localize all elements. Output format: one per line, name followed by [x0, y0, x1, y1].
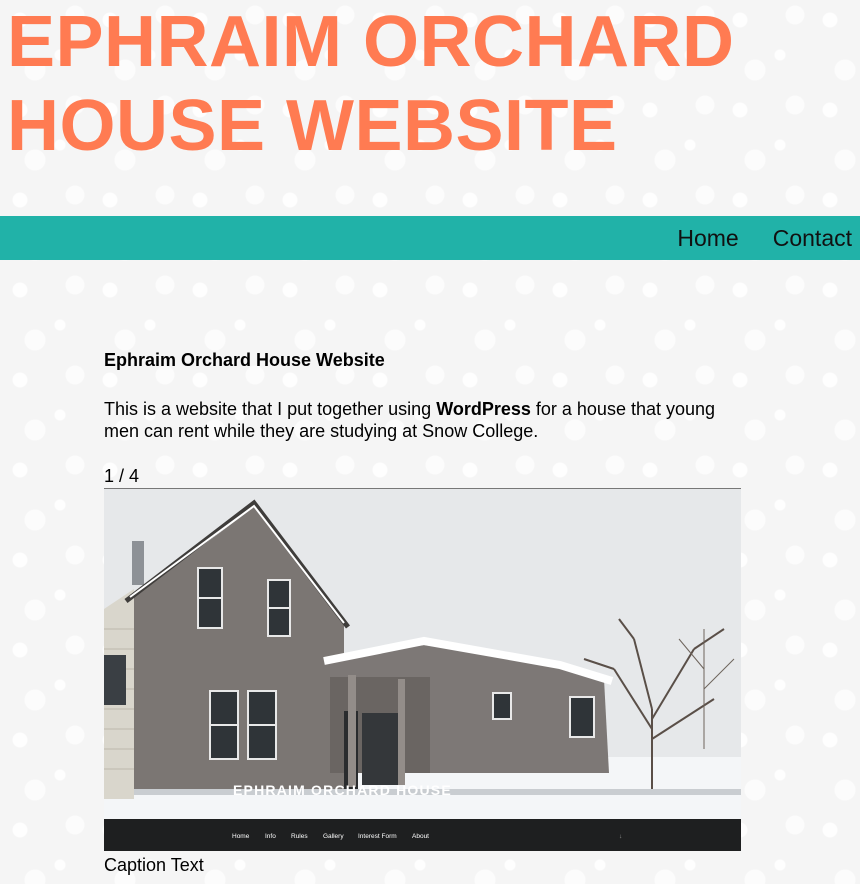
nav-link-home[interactable]: Home [677, 225, 738, 252]
intro-text-before: This is a website that I put together us… [104, 399, 437, 419]
slide-image[interactable]: EPHRAIM ORCHARD HOUSE Home Info Rules Ga… [104, 488, 741, 851]
slide-menu-gallery: Gallery [323, 833, 344, 840]
slide-menu-down-arrow-icon: ↓ [619, 833, 622, 840]
slide-caption: Caption Text [104, 855, 204, 875]
slide-menu-interest-form: Interest Form [358, 833, 397, 840]
slide-overlay-title: EPHRAIM ORCHARD HOUSE [233, 782, 452, 798]
slide-menu-rules: Rules [291, 833, 308, 840]
site-title: EPHRAIM ORCHARD HOUSE WEBSITE [7, 2, 735, 166]
main-navigation: Home Contact [0, 216, 860, 260]
slideshow: 1 / 4 EPHRAIM ORCHARD HOUSE Home Info Ru… [104, 464, 741, 879]
post-title: Ephraim Orchard House Website [104, 350, 385, 370]
slide-menu-about: About [412, 833, 429, 840]
slide-menu-info: Info [265, 833, 276, 840]
slide-menu-home: Home [232, 833, 250, 840]
nav-menu: Home Contact [677, 216, 852, 260]
house-photo: EPHRAIM ORCHARD HOUSE Home Info Rules Ga… [104, 489, 741, 851]
post-intro: This is a website that I put together us… [104, 398, 740, 442]
nav-link-contact[interactable]: Contact [773, 225, 852, 252]
post-content: Ephraim Orchard House Website This is a … [104, 348, 744, 442]
slide-counter: 1 / 4 [104, 466, 140, 486]
intro-bold-wordpress: WordPress [436, 399, 531, 419]
